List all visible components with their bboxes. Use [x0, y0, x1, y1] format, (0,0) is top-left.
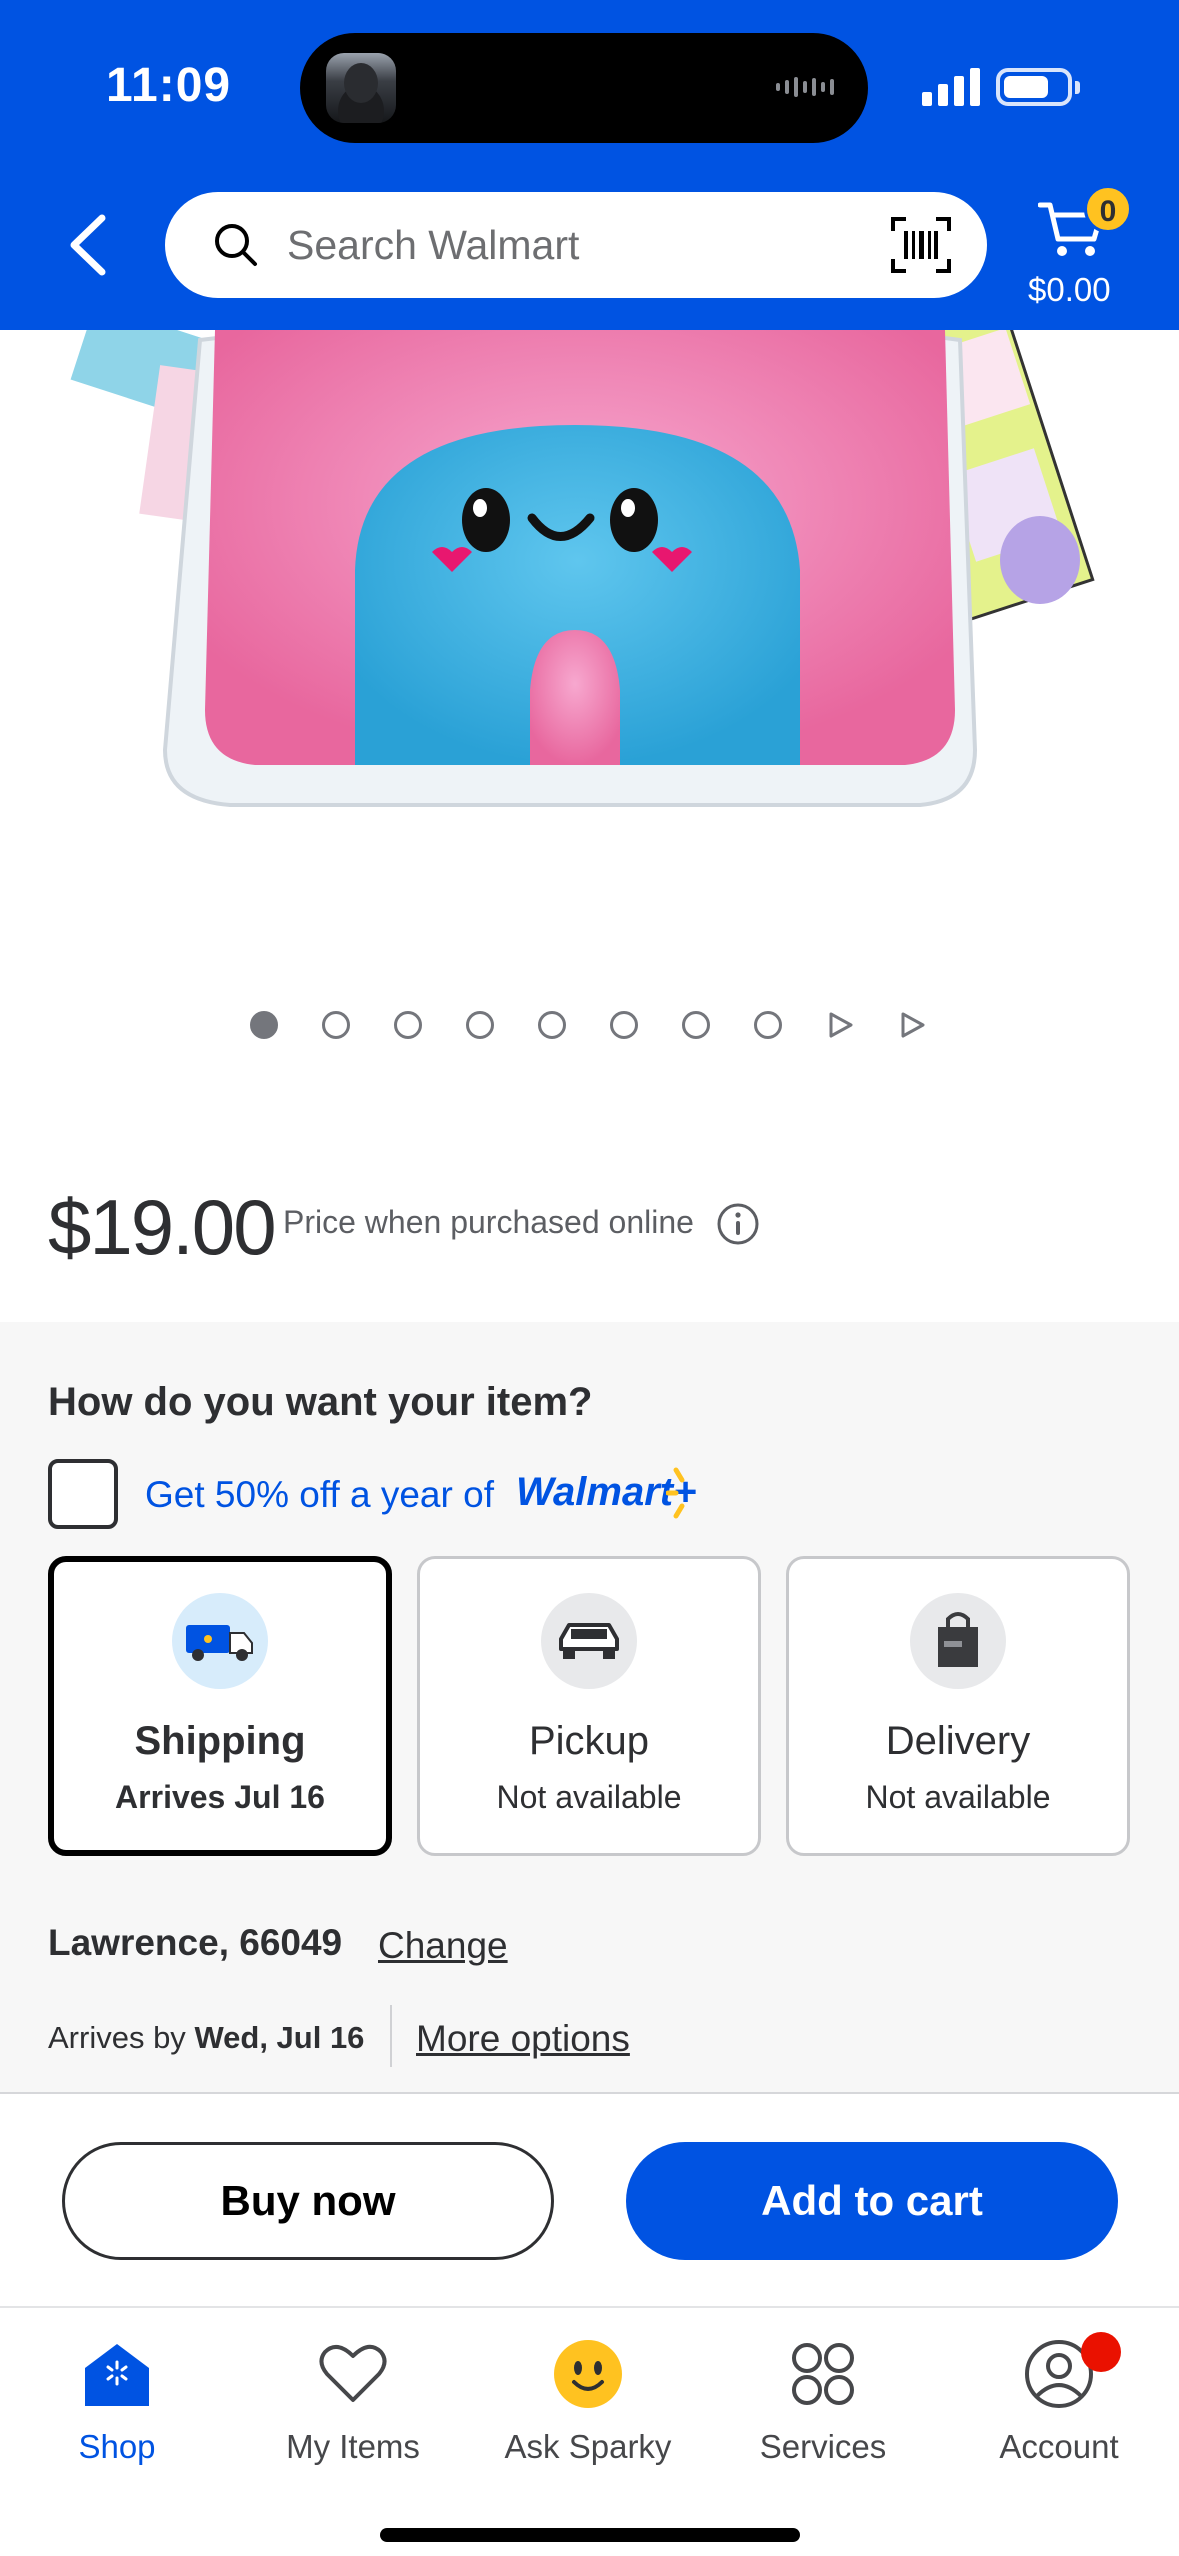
product-image[interactable]: [0, 330, 1179, 970]
heart-icon: [319, 2344, 387, 2402]
delivery-bag-icon: [910, 1593, 1006, 1689]
gallery-pagination: [250, 1008, 970, 1042]
status-time: 11:09: [106, 59, 232, 112]
tab-label: Account: [999, 2428, 1119, 2465]
gallery-dot[interactable]: [754, 1011, 782, 1039]
bottom-tab-bar: Shop My Items Ask Sparky Services Accoun…: [0, 2308, 1179, 2556]
shop-icon: [85, 2344, 149, 2406]
option-label: Shipping: [134, 1719, 306, 1763]
shipping-option[interactable]: Shipping Arrives Jul 16: [48, 1556, 392, 1856]
buy-now-button[interactable]: Buy now: [62, 2142, 554, 2260]
walmart-spark-icon: [666, 1467, 685, 1519]
tab-my-items[interactable]: My Items: [253, 2338, 453, 2468]
home-indicator[interactable]: [380, 2528, 800, 2542]
gallery-dot[interactable]: [682, 1011, 710, 1039]
info-icon[interactable]: [716, 1202, 760, 1246]
cellular-signal-icon: [922, 68, 980, 106]
walmart-plus-offer[interactable]: Get 50% off a year of: [145, 1474, 494, 1516]
delivery-location: Lawrence, 66049: [48, 1922, 343, 1963]
pickup-option[interactable]: Pickup Not available: [417, 1556, 761, 1856]
back-arrow-icon[interactable]: [58, 210, 128, 280]
cart-total: $0.00: [1028, 271, 1111, 308]
price-note: Price when purchased online: [283, 1204, 694, 1240]
gallery-dot[interactable]: [394, 1011, 422, 1039]
gallery-dot[interactable]: [250, 1011, 278, 1039]
option-sub: Not available: [496, 1779, 682, 1815]
services-icon: [792, 2343, 854, 2405]
sparky-icon: [554, 2340, 622, 2408]
product-photo: [70, 330, 1095, 807]
arrival-info: Arrives by Wed, Jul 16: [48, 2020, 364, 2056]
divider: [390, 2005, 392, 2067]
pickup-car-icon: [541, 1593, 637, 1689]
cart-button[interactable]: 0 $0.00: [1020, 185, 1140, 315]
tab-account[interactable]: Account: [959, 2332, 1159, 2468]
video-play-icon[interactable]: [826, 1011, 854, 1039]
barcode-scan-icon[interactable]: [890, 215, 952, 275]
tab-ask-sparky[interactable]: Ask Sparky: [488, 2338, 688, 2468]
notification-dot: [1081, 2332, 1121, 2372]
header: 11:09 Search Walmart 0 $0.00: [0, 0, 1179, 330]
walmart-plus-checkbox[interactable]: [48, 1459, 118, 1529]
gallery-dot[interactable]: [466, 1011, 494, 1039]
tab-label: Ask Sparky: [504, 2428, 672, 2465]
battery-icon: [996, 68, 1080, 106]
cart-count-badge: 0: [1084, 185, 1132, 233]
change-location-link[interactable]: Change: [378, 1925, 508, 1967]
option-label: Delivery: [885, 1719, 1031, 1763]
gallery-dot[interactable]: [610, 1011, 638, 1039]
fulfillment-title: How do you want your item?: [48, 1380, 593, 1424]
now-playing-artwork: [326, 53, 396, 123]
search-placeholder: Search Walmart: [287, 222, 580, 268]
tab-label: Services: [759, 2428, 887, 2465]
audio-wave-icon: [776, 77, 834, 97]
dynamic-island[interactable]: [300, 33, 868, 143]
more-options-link[interactable]: More options: [416, 2018, 630, 2060]
gallery-dot[interactable]: [322, 1011, 350, 1039]
product-price: $19.00: [48, 1183, 277, 1271]
option-label: Pickup: [528, 1719, 650, 1763]
fulfillment-section: How do you want your item? Get 50% off a…: [0, 1322, 1179, 2092]
tab-label: My Items: [286, 2428, 420, 2465]
delivery-option[interactable]: Delivery Not available: [786, 1556, 1130, 1856]
search-input[interactable]: Search Walmart: [165, 192, 987, 298]
add-to-cart-button[interactable]: Add to cart: [626, 2142, 1118, 2260]
video-play-icon[interactable]: [898, 1011, 926, 1039]
option-sub: Arrives Jul 16: [115, 1779, 325, 1815]
arrives-date: Wed, Jul 16: [194, 2020, 365, 2055]
action-bar: Buy now Add to cart: [0, 2092, 1179, 2308]
shipping-truck-icon: [172, 1593, 268, 1689]
gallery-dot[interactable]: [538, 1011, 566, 1039]
option-sub: Not available: [865, 1779, 1051, 1815]
tab-services[interactable]: Services: [723, 2338, 923, 2468]
search-icon: [215, 224, 257, 266]
tab-shop[interactable]: Shop: [17, 2338, 217, 2468]
tab-label: Shop: [78, 2428, 156, 2465]
arrives-prefix: Arrives by: [48, 2020, 186, 2055]
